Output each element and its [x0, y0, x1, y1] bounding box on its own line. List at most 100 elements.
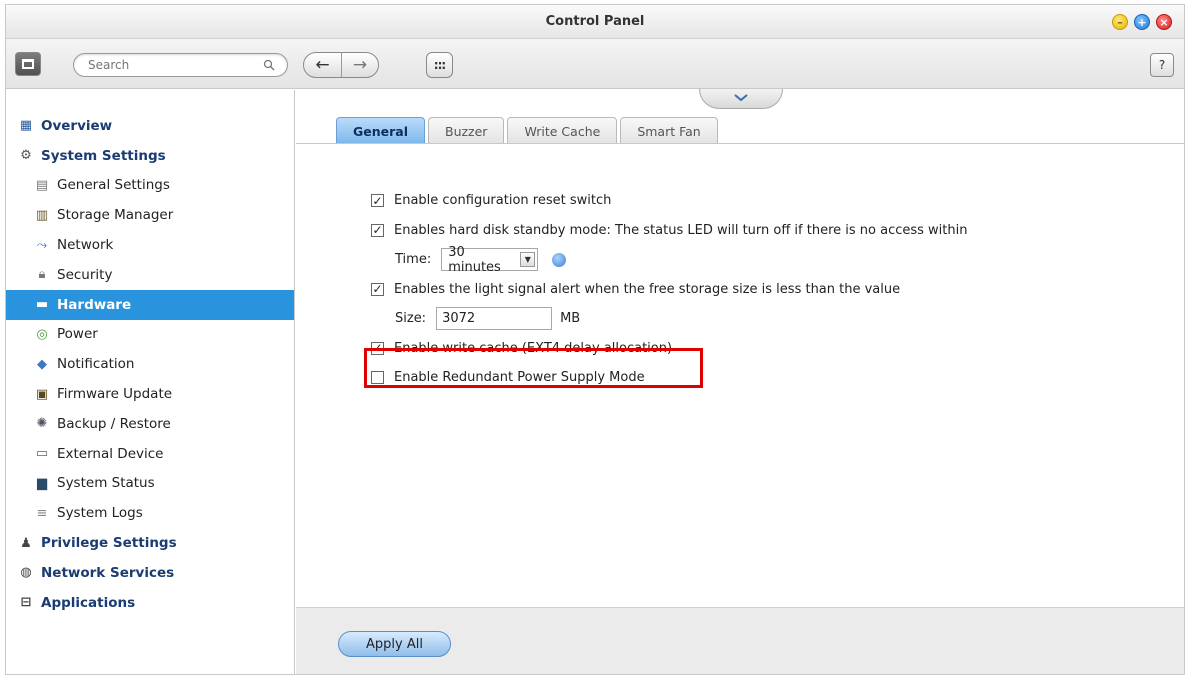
sidebar-item-label: System Status [57, 475, 155, 492]
collapse-toggle[interactable] [699, 89, 783, 109]
sidebar-item-label: Notification [57, 356, 135, 373]
window-controls: – + × [1112, 14, 1172, 30]
nav-button-group: ← → [303, 52, 379, 78]
redundant-power-checkbox[interactable] [371, 371, 384, 385]
footer-bar: Apply All [296, 607, 1184, 674]
sidebar-item-label: General Settings [57, 177, 170, 194]
sidebar-item-label: System Settings [41, 147, 166, 164]
gear-icon: ⚙ [20, 148, 32, 164]
sidebar-item-notification[interactable]: ◆ Notification [6, 349, 294, 379]
sidebar-item-general-settings[interactable]: ▤ General Settings [6, 171, 294, 201]
applications-icon: ⊟ [20, 595, 32, 611]
back-button[interactable]: ← [304, 53, 341, 77]
search-box[interactable] [73, 53, 288, 77]
sidebar-item-applications[interactable]: ⊟ Applications [6, 588, 294, 618]
grid-icon: ▦ [19, 118, 33, 134]
hardware-icon: ▬ [35, 297, 49, 313]
sidebar-item-label: Backup / Restore [57, 415, 171, 432]
help-button[interactable]: ? [1150, 53, 1174, 77]
sidebar-item-label: External Device [57, 445, 164, 462]
apps-grid-button[interactable]: ::: [426, 52, 453, 78]
sidebar-item-network-services[interactable]: ◍ Network Services [6, 558, 294, 588]
reset-switch-label: Enable configuration reset switch [394, 193, 612, 209]
window-title: Control Panel [545, 14, 645, 29]
sidebar-item-label: Storage Manager [57, 207, 174, 224]
sidebar-item-power[interactable]: ◎ Power [6, 320, 294, 350]
tab-general[interactable]: General [336, 117, 425, 144]
sidebar-item-label: Power [57, 326, 98, 343]
close-icon[interactable]: × [1156, 14, 1172, 30]
power-bulb-icon: ◎ [36, 326, 48, 342]
sidebar-item-privilege-settings[interactable]: ♟ Privilege Settings [6, 528, 294, 558]
tab-write-cache[interactable]: Write Cache [507, 117, 618, 144]
light-alert-label: Enables the light signal alert when the … [394, 281, 901, 297]
sidebar-item-network[interactable]: ⤳ Network [6, 230, 294, 260]
log-icon: ≡ [36, 505, 48, 521]
search-icon[interactable] [261, 57, 277, 73]
info-icon[interactable] [552, 252, 567, 267]
sidebar: ▦ Overview ⚙ System Settings ▤ General Settin… [6, 90, 295, 674]
size-label: Size: [395, 311, 427, 327]
light-alert-checkbox[interactable]: ✓ [371, 282, 384, 296]
sidebar-item-label: Privilege Settings [41, 535, 177, 552]
general-options: ✓ Enable configuration reset switch ✓ En… [371, 186, 968, 393]
size-input[interactable]: 3072 [436, 307, 553, 331]
external-device-icon: ▭ [35, 446, 49, 462]
content-panel: General Buzzer Write Cache Smart Fan ✓ E… [296, 89, 1184, 674]
sidebar-item-label: Hardware [57, 296, 132, 313]
sidebar-item-security[interactable]: 🔒︎ Security [6, 260, 294, 290]
option-light-alert: ✓ Enables the light signal alert when th… [371, 275, 968, 305]
option-hdd-standby: ✓ Enables hard disk standby mode: The st… [371, 216, 968, 246]
time-select-value: 30 minutes [448, 244, 501, 275]
sidebar-item-system-status[interactable]: ▆ System Status [6, 469, 294, 499]
forward-button[interactable]: → [341, 53, 378, 77]
time-select[interactable]: 30 minutes ▼ [441, 245, 539, 275]
sidebar-item-hardware[interactable]: ▬ Hardware [6, 289, 294, 320]
sidebar-item-storage-manager[interactable]: ▥ Storage Manager [6, 200, 294, 230]
redundant-power-label: Enable Redundant Power Supply Mode [394, 370, 645, 386]
sidebar-item-label: Security [57, 266, 113, 283]
maximize-icon[interactable]: + [1134, 14, 1150, 30]
tab-buzzer[interactable]: Buzzer [428, 117, 505, 144]
sidebar-item-overview[interactable]: ▦ Overview [6, 111, 294, 141]
storage-icon: ▥ [35, 207, 49, 223]
sidebar-item-external-device[interactable]: ▭ External Device [6, 439, 294, 469]
option-redundant-power: Enable Redundant Power Supply Mode [371, 363, 968, 393]
write-cache-label: Enable write cache (EXT4 delay allocatio… [394, 340, 673, 356]
size-row: Size: 3072 MB [371, 304, 968, 334]
tab-smart-fan[interactable]: Smart Fan [620, 117, 718, 144]
sidebar-item-label: Overview [41, 117, 113, 134]
control-panel-window: Control Panel – + × ← → ::: ? ▦ Overview⚙… [5, 4, 1185, 675]
sidebar-item-label: Applications [41, 594, 136, 611]
globe-icon: ◍ [20, 565, 32, 581]
firmware-icon: ▣ [35, 386, 49, 402]
apply-all-button[interactable]: Apply All [338, 631, 451, 657]
option-write-cache: ✓ Enable write cache (EXT4 delay allocat… [371, 334, 968, 364]
tab-divider [296, 143, 1184, 144]
sidebar-item-backup-restore[interactable]: ✺ Backup / Restore [6, 409, 294, 439]
time-label: Time: [395, 252, 432, 268]
title-bar: Control Panel – + × [6, 5, 1184, 39]
monitor-icon: ▆ [37, 475, 47, 491]
sidebar-item-system-settings[interactable]: ⚙ System Settings [6, 141, 294, 171]
network-icon: ⤳ [36, 237, 48, 253]
lock-icon: 🔒︎ [38, 267, 46, 283]
write-cache-checkbox[interactable]: ✓ [371, 341, 384, 355]
sidebar-item-label: Firmware Update [57, 386, 173, 403]
sidebar-item-firmware-update[interactable]: ▣ Firmware Update [6, 379, 294, 409]
reset-switch-checkbox[interactable]: ✓ [371, 194, 384, 208]
chevron-down-icon [734, 92, 748, 105]
hdd-standby-checkbox[interactable]: ✓ [371, 223, 384, 237]
dropdown-arrow-icon[interactable]: ▼ [520, 252, 536, 268]
sidebar-item-system-logs[interactable]: ≡ System Logs [6, 498, 294, 528]
hdd-standby-label: Enables hard disk standby mode: The stat… [394, 222, 968, 238]
tab-bar: General Buzzer Write Cache Smart Fan [336, 117, 718, 144]
home-button[interactable] [15, 52, 41, 76]
minimize-icon[interactable]: – [1112, 14, 1128, 30]
toolbar: ← → ::: ? [6, 39, 1184, 89]
settings-sheet-icon: ▤ [35, 177, 49, 193]
search-input[interactable] [88, 58, 261, 72]
backup-icon: ✺ [36, 416, 48, 432]
sidebar-item-label: System Logs [57, 505, 143, 522]
notification-icon: ◆ [37, 356, 47, 372]
